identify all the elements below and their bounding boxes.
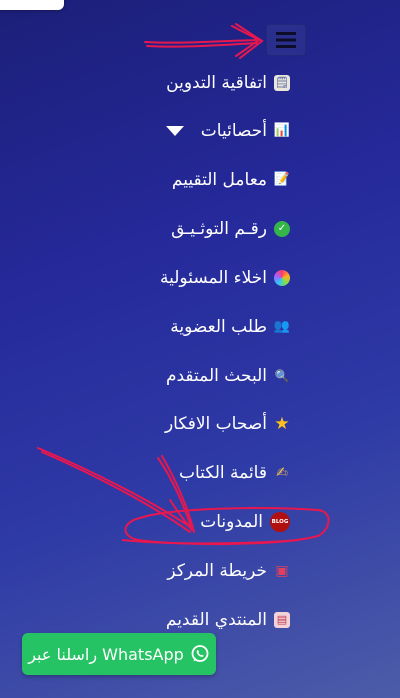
document-icon: 🗒	[274, 75, 290, 91]
menu-item-label: اخلاء المسئولية	[159, 268, 267, 288]
whatsapp-contact-button[interactable]: راسلنا عبر WhatsApp	[22, 633, 216, 675]
forum-icon: ▤	[274, 612, 290, 628]
menu-item-blogging-agreement[interactable]: 🗒 اتفاقية التدوين	[166, 73, 290, 93]
color-wheel-icon: ●	[274, 270, 290, 286]
memo-icon: 📝	[273, 172, 291, 187]
menu-item-old-forum[interactable]: ▤ المنتدي القديم	[166, 610, 290, 630]
menu-item-label: معامل التقييم	[171, 170, 267, 190]
menu-item-rating-factor[interactable]: 📝 معامل التقييم	[172, 170, 290, 190]
menu-item-label: المنتدي القديم	[165, 610, 267, 630]
menu-item-label: المدونات	[200, 512, 263, 532]
menu-item-label: أحصائيات	[200, 121, 267, 141]
people-icon: 👥	[273, 319, 291, 334]
menu-item-writers-list[interactable]: ✍ قائمة الكتاب	[179, 463, 290, 483]
menu-item-disclaimer[interactable]: ● اخلاء المسئولية	[160, 268, 290, 288]
menu-item-idea-owners[interactable]: ★ أصحاب الافكار	[165, 414, 290, 434]
menu-item-membership-request[interactable]: 👥 طلب العضوية	[170, 317, 290, 337]
check-badge-icon: ✓	[274, 221, 290, 237]
side-menu: 🗒 اتفاقية التدوين 📊 أحصائيات 📝 معامل الت…	[0, 0, 290, 698]
writer-icon: ✍	[276, 465, 288, 481]
star-icon: ★	[274, 414, 290, 434]
menu-item-verification-number[interactable]: ✓ رقـم التوثـيـق	[171, 219, 290, 239]
whatsapp-icon	[190, 644, 210, 664]
menu-item-label: أصحاب الافكار	[164, 414, 267, 434]
menu-item-label: خريطة المركز	[167, 561, 267, 581]
map-icon: ▣	[275, 563, 289, 579]
menu-item-site-map[interactable]: ▣ خريطة المركز	[167, 561, 290, 581]
menu-item-label: طلب العضوية	[170, 317, 267, 337]
menu-item-statistics[interactable]: 📊 أحصائيات	[165, 121, 291, 141]
menu-item-label: قائمة الكتاب	[179, 463, 267, 483]
blog-icon: BLOG	[270, 512, 290, 532]
menu-item-label: رقـم التوثـيـق	[171, 219, 267, 239]
menu-item-label: اتفاقية التدوين	[166, 73, 267, 93]
menu-item-label: البحث المتقدم	[165, 366, 267, 386]
menu-item-blogs[interactable]: BLOG المدونات	[200, 512, 290, 532]
dropdown-caret-icon[interactable]	[165, 126, 184, 136]
whatsapp-button-label: راسلنا عبر WhatsApp	[28, 644, 184, 664]
menu-item-advanced-search[interactable]: 🔍 البحث المتقدم	[166, 366, 290, 386]
magnifier-icon: 🔍	[274, 369, 290, 383]
bar-chart-icon: 📊	[273, 123, 291, 138]
